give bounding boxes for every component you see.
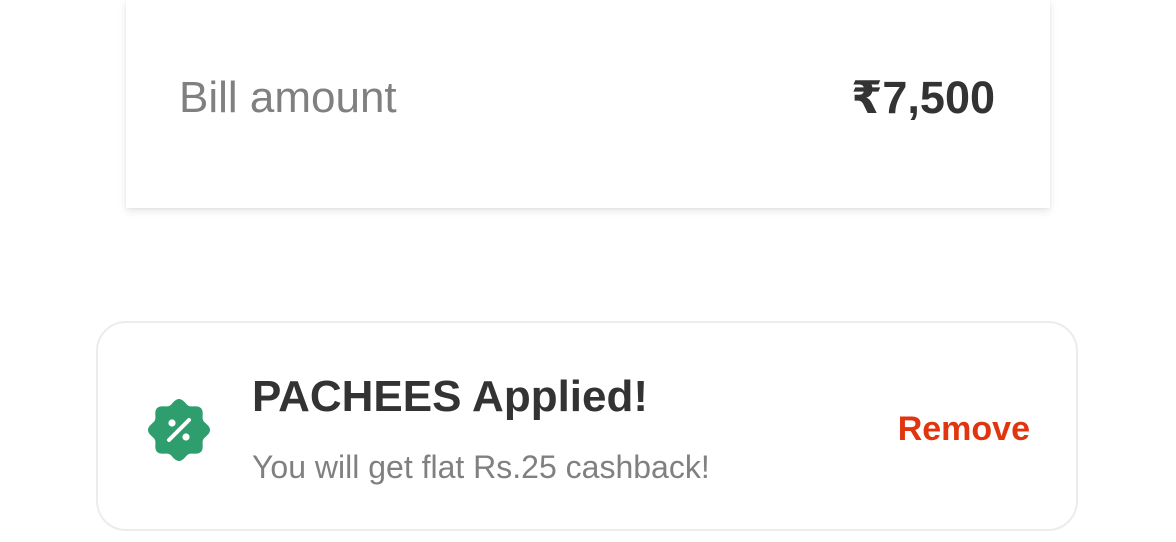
coupon-applied-title: PACHEES Applied! bbox=[252, 372, 649, 421]
bill-amount-value: ₹7,500 bbox=[851, 72, 995, 123]
bill-receipt-card: Bill amount ₹7,500 bbox=[126, 0, 1050, 208]
checkout-summary: Bill amount ₹7,500 PACHEES Applied! You … bbox=[0, 0, 1176, 542]
coupon-cashback-description: You will get flat Rs.25 cashback! bbox=[252, 449, 710, 485]
remove-coupon-button[interactable]: Remove bbox=[898, 409, 1030, 449]
discount-badge-icon bbox=[148, 399, 210, 461]
coupon-applied-card: PACHEES Applied! You will get flat Rs.25… bbox=[96, 321, 1078, 531]
bill-amount-label: Bill amount bbox=[179, 73, 397, 122]
